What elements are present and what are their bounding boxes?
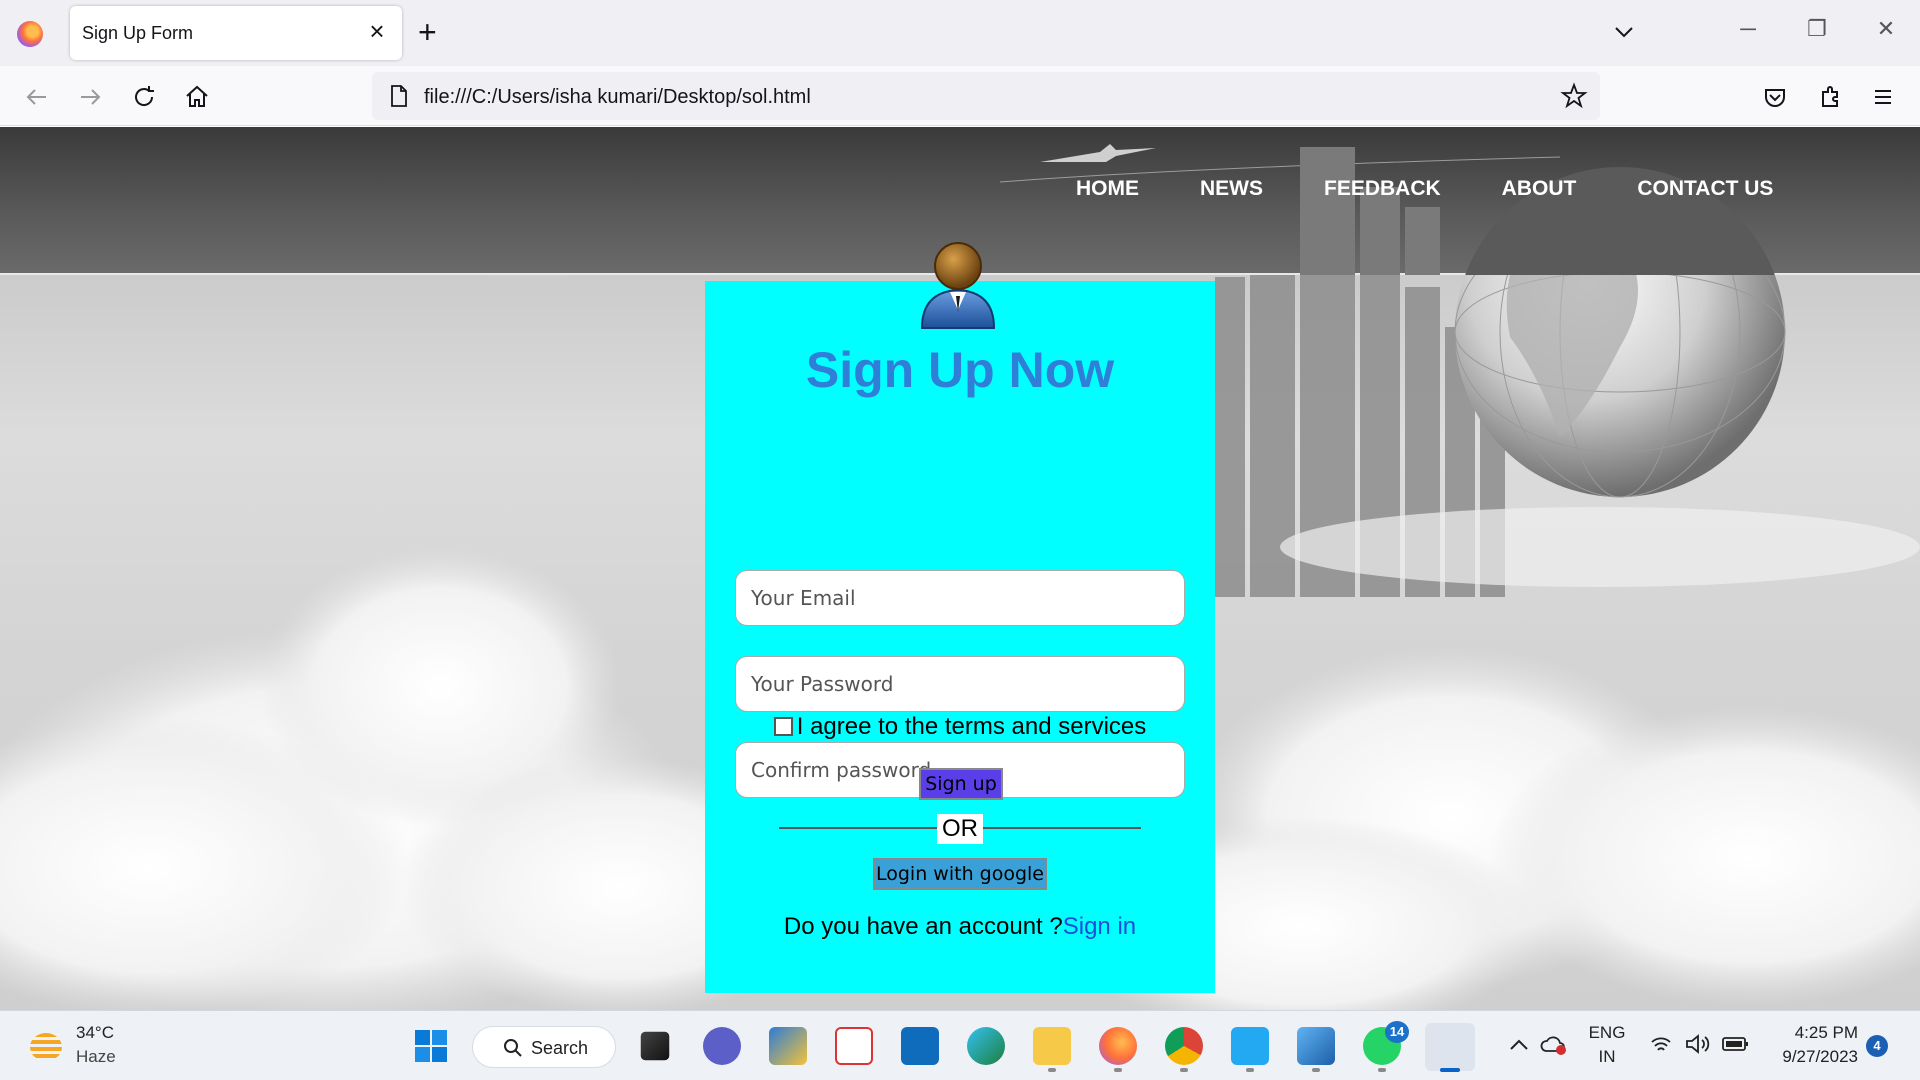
firefox-logo-icon: [17, 21, 43, 47]
hamburger-menu-icon[interactable]: [1868, 82, 1898, 112]
terms-label: I agree to the terms and services: [796, 713, 1147, 740]
volume-icon[interactable]: [1684, 1033, 1710, 1055]
teams-chat-icon[interactable]: [703, 1027, 741, 1065]
nav-about-link[interactable]: ABOUT: [1502, 177, 1577, 201]
snipping-tool-icon[interactable]: [1425, 1023, 1475, 1071]
running-indicator: [1114, 1068, 1122, 1072]
address-bar[interactable]: file:///C:/Users/isha kumari/Desktop/sol…: [372, 72, 1600, 120]
windows-start-icon[interactable]: [412, 1027, 450, 1065]
nav-contact-link[interactable]: CONTACT US: [1637, 177, 1773, 201]
wifi-icon[interactable]: [1650, 1035, 1672, 1055]
gift-app-icon[interactable]: [835, 1027, 873, 1065]
windows-taskbar: 34°C Haze Search 14 ENG IN 4:25 PM 9/27/…: [0, 1010, 1920, 1080]
language-top[interactable]: ENG: [1584, 1023, 1630, 1043]
vscode-icon[interactable]: [1231, 1027, 1269, 1065]
web-page: HOME NEWS FEEDBACK ABOUT CONTACT US Sign…: [0, 127, 1920, 1010]
back-arrow-icon[interactable]: [22, 82, 52, 112]
new-tab-button[interactable]: +: [418, 16, 437, 48]
site-navigation: HOME NEWS FEEDBACK ABOUT CONTACT US: [1076, 177, 1773, 201]
mail-icon[interactable]: [901, 1027, 939, 1065]
running-indicator: [1246, 1068, 1254, 1072]
microsoft-store-icon[interactable]: [769, 1027, 807, 1065]
task-view-icon[interactable]: [640, 1031, 670, 1061]
signup-card-content: I agree to the terms and services Sign u…: [705, 281, 1215, 993]
browser-tab[interactable]: Sign Up Form ×: [70, 6, 402, 60]
firefox-taskbar-icon[interactable]: [1099, 1027, 1137, 1065]
running-indicator: [1312, 1068, 1320, 1072]
account-question: Do you have an account ?: [783, 913, 1063, 940]
or-text: OR: [937, 814, 983, 844]
nav-feedback-link[interactable]: FEEDBACK: [1324, 177, 1441, 201]
search-icon: [504, 1039, 522, 1057]
account-prompt: Do you have an account ?Sign in: [705, 913, 1215, 941]
running-indicator: [1378, 1068, 1386, 1072]
forward-arrow-icon[interactable]: [75, 82, 105, 112]
nav-home-link[interactable]: HOME: [1076, 177, 1139, 201]
home-icon[interactable]: [182, 82, 212, 112]
extensions-puzzle-icon[interactable]: [1815, 82, 1845, 112]
pocket-icon[interactable]: [1760, 82, 1790, 112]
notification-badge[interactable]: 4: [1866, 1035, 1888, 1057]
taskbar-search[interactable]: Search: [472, 1026, 616, 1068]
weather-description: Haze: [76, 1047, 116, 1066]
restore-button[interactable]: ❐: [1797, 16, 1837, 50]
browser-tab-bar: Sign Up Form × + ─ ❐ ✕: [0, 0, 1920, 66]
running-indicator: [1180, 1068, 1188, 1072]
bookmark-star-icon[interactable]: [1560, 82, 1588, 110]
list-all-tabs-icon[interactable]: [1610, 18, 1638, 46]
haze-weather-icon[interactable]: [30, 1033, 62, 1061]
browser-toolbar: file:///C:/Users/isha kumari/Desktop/sol…: [0, 66, 1920, 126]
tab-close-button[interactable]: ×: [362, 17, 392, 47]
running-indicator: [1048, 1068, 1056, 1072]
user-avatar-icon: [920, 242, 996, 329]
tab-title: Sign Up Form: [82, 23, 194, 43]
photos-icon[interactable]: [1297, 1027, 1335, 1065]
chrome-icon[interactable]: [1165, 1027, 1203, 1065]
active-indicator: [1440, 1068, 1460, 1072]
clock-date: 9/27/2023: [1782, 1047, 1858, 1066]
close-window-button[interactable]: ✕: [1866, 16, 1906, 50]
signin-link[interactable]: Sign in: [1063, 913, 1136, 940]
minimize-button[interactable]: ─: [1728, 16, 1768, 50]
search-label: Search: [531, 1038, 589, 1058]
url-text: file:///C:/Users/isha kumari/Desktop/sol…: [424, 86, 811, 108]
nav-news-link[interactable]: NEWS: [1200, 177, 1263, 201]
weather-temperature: 34°C: [76, 1023, 114, 1042]
battery-icon[interactable]: [1722, 1036, 1750, 1052]
terms-checkbox[interactable]: [773, 717, 793, 736]
terms-row: I agree to the terms and services: [705, 713, 1215, 741]
onedrive-error-icon[interactable]: [1540, 1033, 1568, 1057]
page-icon: [391, 85, 407, 107]
reload-icon[interactable]: [129, 82, 159, 112]
chevron-up-icon[interactable]: [1508, 1037, 1530, 1053]
file-explorer-icon[interactable]: [1033, 1027, 1071, 1065]
signup-button[interactable]: Sign up: [919, 768, 1003, 800]
language-bottom: IN: [1598, 1047, 1616, 1066]
whatsapp-badge: 14: [1385, 1021, 1409, 1043]
edge-browser-icon[interactable]: [967, 1027, 1005, 1065]
clock-time[interactable]: 4:25 PM: [1764, 1023, 1858, 1043]
google-login-button[interactable]: Login with google: [873, 858, 1047, 890]
